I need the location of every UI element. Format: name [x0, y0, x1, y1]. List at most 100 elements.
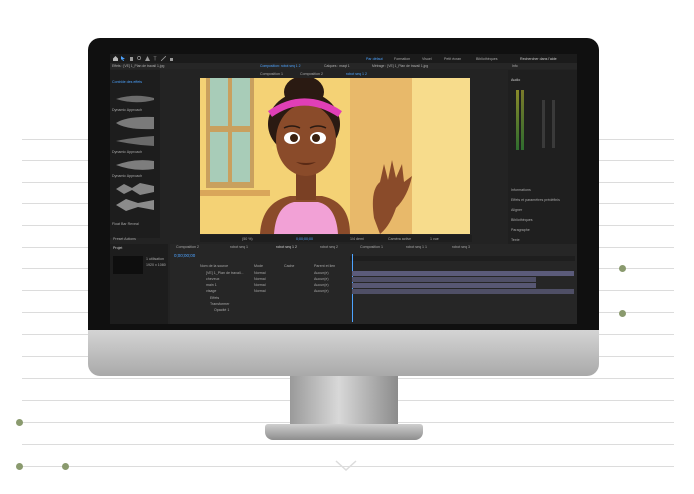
layer-parent[interactable]: Aucun(e) — [314, 271, 329, 275]
monitor-chin — [88, 330, 599, 376]
layer-name[interactable]: visage — [206, 289, 216, 293]
timeline-tab[interactable]: Composition 1 — [360, 245, 383, 249]
waveform-thumbnail — [116, 199, 154, 211]
layer-duration-bar[interactable] — [352, 277, 536, 282]
column-header: Parent et lien — [314, 264, 336, 268]
project-panel-title[interactable]: Projet — [113, 246, 122, 250]
views-select[interactable]: 1 vue — [430, 237, 439, 241]
layer-sub-item[interactable]: Transformer — [210, 302, 229, 306]
waveform-thumbnail — [116, 183, 154, 195]
panel-section[interactable]: Texte — [511, 238, 520, 242]
timeline-tab[interactable]: robot seq 1 2 — [276, 245, 297, 249]
layer-parent[interactable]: Aucun(e) — [314, 277, 329, 281]
character-illustration — [200, 78, 470, 234]
layer-mode[interactable]: Normal — [254, 271, 266, 275]
subtab-composition-2[interactable]: Composition 2 — [300, 72, 323, 76]
hand-tool-icon[interactable] — [129, 56, 134, 61]
column-header: Mode — [254, 264, 263, 268]
tab-composition[interactable]: Composition: robot seq 1 2 — [260, 63, 301, 69]
timeline-tab[interactable]: robot seq 3 — [452, 245, 470, 249]
effect-item[interactable]: Float Bar Reveal — [112, 222, 139, 226]
layer-mode[interactable]: Normal — [254, 289, 266, 293]
timeline-panel: Composition 2 robot seq 1 robot seq 1 2 … — [170, 244, 577, 324]
timeline-timecode[interactable]: 0;00;00;00 — [174, 253, 195, 258]
menu-bar: T Par défaut Formation Visuel Petit écra… — [110, 54, 577, 63]
layer-parent[interactable]: Aucun(e) — [314, 283, 329, 287]
search-help-field[interactable]: Rechercher dans l'aide — [520, 57, 557, 61]
home-icon[interactable] — [113, 56, 118, 61]
time-ruler[interactable] — [350, 256, 575, 261]
layer-name[interactable]: main 1 — [206, 283, 217, 287]
effect-item[interactable]: Dynamic Approach — [112, 150, 142, 154]
viewer-toolbar: (50 %) 0;00;00;00 1/4 demi Caméra active… — [200, 235, 472, 242]
tab-footage[interactable]: Métrage : [VE] 1_Plan de travail 1.jpg — [372, 63, 428, 69]
workspace-default[interactable]: Par défaut — [366, 57, 383, 61]
selection-tool-icon[interactable] — [121, 56, 126, 61]
zoom-tool-icon[interactable] — [137, 56, 142, 61]
layer-sub-item[interactable]: Opacité 1 — [214, 308, 229, 312]
brush-tool-icon[interactable] — [161, 56, 166, 61]
zoom-level[interactable]: (50 %) — [242, 237, 253, 241]
stamp-tool-icon[interactable] — [169, 56, 174, 61]
layer-parent[interactable]: Aucun(e) — [314, 289, 329, 293]
timeline-tab[interactable]: robot seq 1 — [230, 245, 248, 249]
workspace-visual[interactable]: Visuel — [422, 57, 432, 61]
layer-name[interactable]: cheveux — [206, 277, 219, 281]
timeline-tab[interactable]: robot seq 2 — [320, 245, 338, 249]
resolution-select[interactable]: 1/4 demi — [350, 237, 364, 241]
composition-viewer[interactable] — [200, 78, 470, 234]
waveform-thumbnail — [116, 160, 154, 170]
audio-meter-right — [521, 90, 524, 150]
project-panel: Projet 1 utilisation 1920 x 1080 — [110, 244, 168, 324]
effect-controls-panel: Contrôle des effets Dynamic Approach Dyn… — [110, 70, 160, 238]
waveform-thumbnail — [116, 95, 154, 103]
bg-line — [22, 444, 674, 445]
layer-name[interactable]: [VE] 1_Plan de travail... — [206, 271, 244, 275]
tab-audio[interactable]: Info — [512, 63, 518, 69]
waveform-thumbnail — [116, 116, 154, 130]
playhead[interactable] — [352, 254, 353, 322]
tab-layers[interactable]: Calques : maqt 1 — [324, 63, 350, 69]
effect-item[interactable]: Dynamic Approach — [112, 174, 142, 178]
panel-section[interactable]: Informations — [511, 188, 531, 192]
column-header: Cache — [284, 264, 295, 268]
viewer-timecode[interactable]: 0;00;00;00 — [296, 237, 313, 241]
panel-section[interactable]: Paragraphe — [511, 228, 530, 232]
svg-text:T: T — [154, 57, 157, 62]
layer-mode[interactable]: Normal — [254, 277, 266, 281]
subtab-robot-seq[interactable]: robot seq 1 2 — [346, 72, 367, 76]
bg-dot — [62, 463, 69, 470]
bg-dot — [16, 463, 23, 470]
effect-controls-title: Contrôle des effets — [112, 80, 143, 84]
bg-dot — [16, 419, 23, 426]
layer-duration-bar[interactable] — [352, 289, 574, 294]
layer-duration-bar[interactable] — [352, 283, 536, 288]
preset-actions-label[interactable]: Preset Actions — [113, 237, 136, 241]
panel-section[interactable]: Aligner — [511, 208, 522, 212]
camera-select[interactable]: Caméra active — [388, 237, 411, 241]
timeline-tab[interactable]: Composition 2 — [176, 245, 199, 249]
pen-tool-icon[interactable] — [145, 56, 150, 61]
workspace-small-screen[interactable]: Petit écran — [444, 57, 461, 61]
panel-section[interactable]: Bibliothèques — [511, 218, 533, 222]
audio-level-slider[interactable] — [542, 100, 545, 148]
layer-mode[interactable]: Normal — [254, 283, 266, 287]
effect-item[interactable]: Dynamic Approach — [112, 108, 142, 112]
panel-section[interactable]: Effets et paramètres prédéfinis — [511, 198, 560, 202]
layer-sub-item[interactable]: Effets — [210, 296, 219, 300]
project-item-size: 1920 x 1080 — [146, 263, 166, 267]
subtab-composition-1[interactable]: Composition 1 — [260, 72, 283, 76]
bg-dot — [619, 310, 626, 317]
chevron-down-icon — [335, 460, 357, 472]
timeline-tab[interactable]: robot seq 1 1 — [406, 245, 427, 249]
project-item-usage: 1 utilisation — [146, 257, 164, 261]
layer-duration-bar[interactable] — [352, 271, 574, 276]
audio-level-slider[interactable] — [552, 100, 555, 148]
project-thumbnail — [113, 256, 143, 274]
column-header: Nom de la source — [200, 264, 229, 268]
audio-panel-title[interactable]: Audio — [511, 78, 520, 82]
workspace-libraries[interactable]: Bibliothèques — [476, 57, 498, 61]
tab-effect-controls[interactable]: Effets : [VE] 1_Plan de travail 1.jpg — [112, 63, 164, 69]
text-tool-icon[interactable]: T — [153, 56, 158, 62]
workspace-training[interactable]: Formation — [394, 57, 410, 61]
